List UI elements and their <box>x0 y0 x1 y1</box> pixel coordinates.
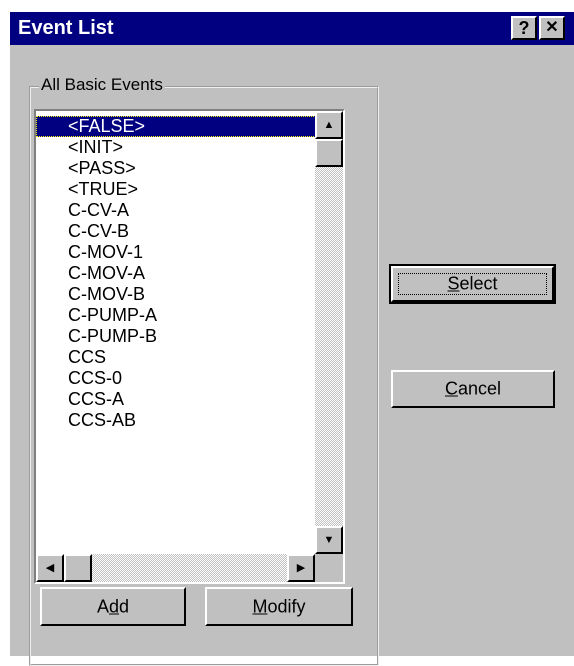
list-item[interactable]: C-CV-B <box>36 221 316 242</box>
list-item[interactable]: C-MOV-A <box>36 263 316 284</box>
list-item[interactable]: CCS-0 <box>36 368 316 389</box>
list-item[interactable]: C-MOV-1 <box>36 242 316 263</box>
vertical-scroll-thumb[interactable] <box>315 139 343 167</box>
list-item[interactable]: <FALSE> <box>36 116 316 137</box>
horizontal-scrollbar[interactable]: ◀ ▶ <box>36 554 315 582</box>
vertical-scrollbar[interactable]: ▲ ▼ <box>315 111 343 554</box>
list-item[interactable]: <INIT> <box>36 137 316 158</box>
scroll-down-button[interactable]: ▼ <box>315 526 343 554</box>
list-item[interactable]: CCS-AB <box>36 410 316 431</box>
list-item[interactable]: C-MOV-B <box>36 284 316 305</box>
scroll-left-icon: ◀ <box>45 562 55 574</box>
modify-button-label: Modify <box>252 596 306 616</box>
close-button[interactable]: ✕ <box>539 16 565 40</box>
scrollbar-corner <box>315 554 343 582</box>
scroll-right-button[interactable]: ▶ <box>287 554 315 582</box>
list-item[interactable]: C-PUMP-B <box>36 326 316 347</box>
list-item[interactable]: C-CV-A <box>36 200 316 221</box>
group-label: All Basic Events <box>39 75 165 95</box>
title-bar[interactable]: Event List ? ✕ <box>10 12 574 45</box>
list-item[interactable]: <PASS> <box>36 158 316 179</box>
cancel-button-label: Cancel <box>444 378 502 399</box>
event-list: <FALSE> <INIT> <PASS> <TRUE> C-CV-A C-CV-B C-M… <box>36 116 316 431</box>
scroll-up-icon: ▲ <box>323 119 335 131</box>
scroll-left-button[interactable]: ◀ <box>36 554 64 582</box>
list-item[interactable]: C-PUMP-A <box>36 305 316 326</box>
scroll-down-icon: ▼ <box>323 534 335 546</box>
horizontal-scroll-thumb[interactable] <box>64 554 92 582</box>
add-button-label: Add <box>96 596 130 616</box>
scroll-right-icon: ▶ <box>296 562 306 574</box>
list-item[interactable]: CCS-A <box>36 389 316 410</box>
scroll-up-button[interactable]: ▲ <box>315 111 343 139</box>
cancel-button[interactable]: Cancel <box>391 370 555 408</box>
add-button[interactable]: Add <box>40 587 186 626</box>
help-button[interactable]: ? <box>511 16 537 40</box>
dialog-title: Event List <box>18 17 114 39</box>
list-item[interactable]: CCS <box>36 347 316 368</box>
select-button[interactable]: Select <box>389 264 556 304</box>
select-button-label: Select <box>447 273 498 294</box>
event-listbox[interactable]: <FALSE> <INIT> <PASS> <TRUE> C-CV-A C-CV-B C-M… <box>34 109 345 584</box>
modify-button[interactable]: Modify <box>205 587 353 626</box>
list-item[interactable]: <TRUE> <box>36 179 316 200</box>
